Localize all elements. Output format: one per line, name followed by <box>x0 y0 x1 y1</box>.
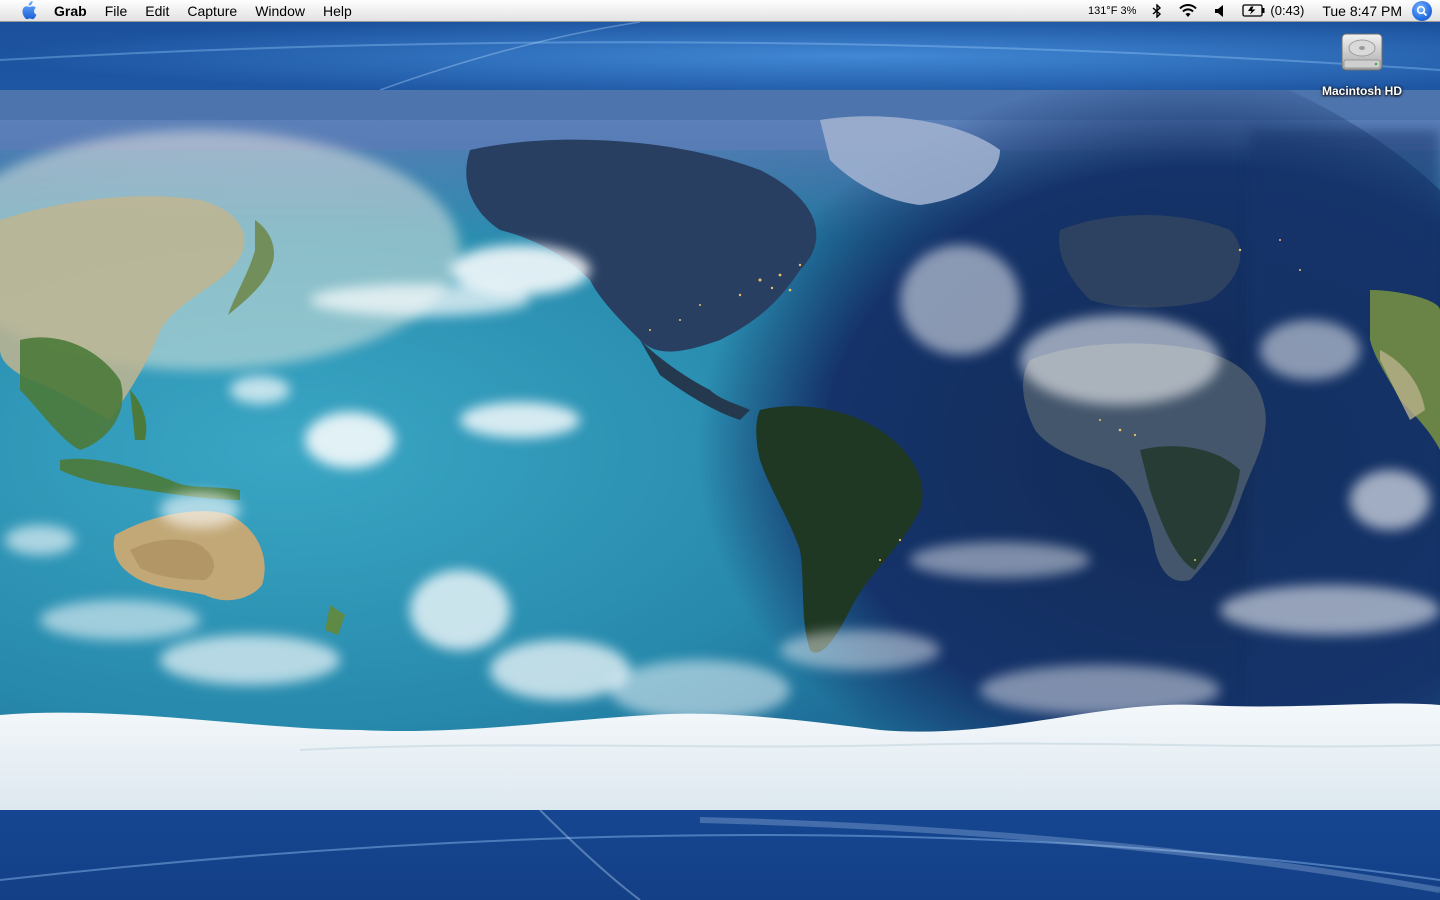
apple-logo-icon[interactable] <box>17 0 39 22</box>
menu-bar: Grab File Edit Capture Window Help 131°F… <box>0 0 1440 22</box>
menu-bar-left: Grab File Edit Capture Window Help <box>0 0 361 22</box>
desktop-icon-macintosh-hd[interactable]: Macintosh HD <box>1312 30 1412 98</box>
desktop-icon-label: Macintosh HD <box>1321 84 1402 98</box>
spotlight-search-icon[interactable] <box>1412 0 1432 21</box>
menu-file[interactable]: File <box>96 0 137 22</box>
menu-help[interactable]: Help <box>314 0 361 22</box>
menu-edit[interactable]: Edit <box>136 0 178 22</box>
desktop[interactable]: Grab File Edit Capture Window Help 131°F… <box>0 0 1440 900</box>
menu-capture[interactable]: Capture <box>178 0 246 22</box>
menu-bar-extras: 131°F 3% (0:43) Tue 8:47 PM <box>1080 0 1440 22</box>
menu-app-name[interactable]: Grab <box>51 0 96 22</box>
volume-icon[interactable] <box>1206 0 1234 22</box>
menu-window[interactable]: Window <box>246 0 314 22</box>
temperature-cpu-status[interactable]: 131°F 3% <box>1080 0 1144 22</box>
world-map-wallpaper <box>0 90 1440 810</box>
wifi-icon[interactable] <box>1170 0 1206 22</box>
world-map-graphic <box>0 90 1440 810</box>
bluetooth-icon[interactable] <box>1144 0 1170 22</box>
battery-charging-icon <box>1242 4 1265 17</box>
battery-time: (0:43) <box>1270 2 1305 18</box>
menu-clock[interactable]: Tue 8:47 PM <box>1312 0 1412 22</box>
hard-drive-icon <box>1341 33 1383 71</box>
battery-status[interactable]: (0:43) <box>1234 0 1312 22</box>
